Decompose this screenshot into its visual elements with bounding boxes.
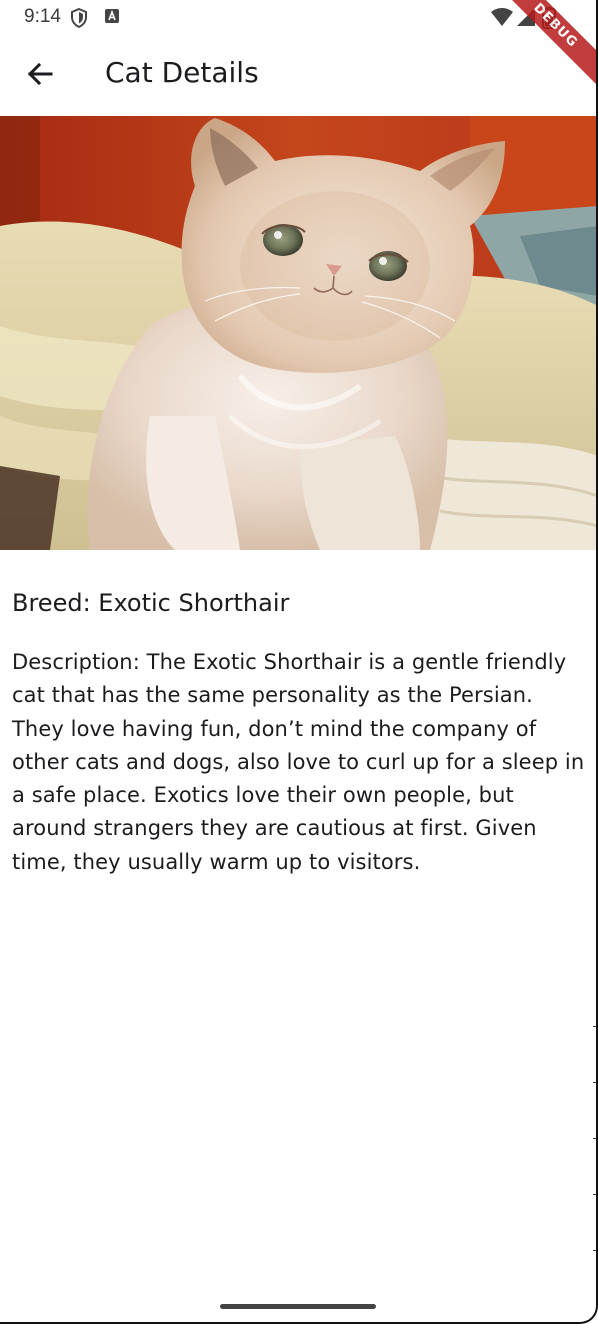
cat-details: Breed: Exotic Shorthair Description: The… — [12, 586, 586, 879]
a-icon — [104, 8, 120, 28]
back-button[interactable] — [18, 54, 62, 98]
frame-divider — [593, 1082, 596, 1083]
breed-label: Breed: Exotic Shorthair — [12, 589, 290, 617]
shield-icon — [70, 7, 88, 32]
wifi-icon — [490, 7, 514, 31]
frame-divider — [593, 1194, 596, 1195]
gesture-navigation-bar[interactable] — [220, 1304, 376, 1309]
arrow-left-icon — [26, 60, 54, 92]
status-time: 9:14 — [24, 6, 61, 27]
page-title: Cat Details — [105, 56, 259, 89]
frame-divider — [593, 1250, 596, 1251]
frame-divider — [593, 1026, 596, 1027]
status-bar: 9:14 — [0, 0, 596, 34]
app-bar: Cat Details — [0, 34, 596, 116]
cat-photo — [0, 116, 596, 550]
app-screen: 9:14 DEBUG Cat Details Breed: Exotic Sho… — [0, 0, 598, 1324]
description-text: Description: The Exotic Shorthair is a g… — [12, 650, 585, 874]
frame-divider — [593, 1138, 596, 1139]
